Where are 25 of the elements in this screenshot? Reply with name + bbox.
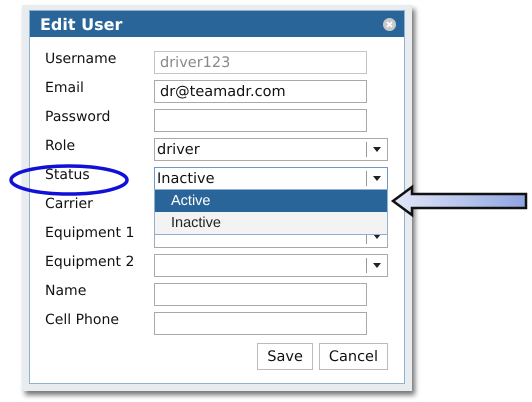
- field-label: Status: [45, 166, 91, 185]
- field-label: Password: [45, 108, 112, 127]
- dialog-button[interactable]: Save: [257, 343, 313, 370]
- dropdown-field[interactable]: driver: [154, 138, 388, 161]
- caret-icon: [373, 176, 381, 181]
- dialog-title: Edit User: [40, 14, 122, 34]
- dialog-button[interactable]: Cancel: [318, 343, 388, 370]
- field-label: Cell Phone: [45, 311, 120, 330]
- text-field[interactable]: [154, 312, 367, 335]
- close-icon[interactable]: [383, 18, 396, 30]
- field-label: Name: [45, 282, 88, 301]
- field-label: Username: [45, 50, 118, 69]
- dropdown-option[interactable]: Active: [155, 190, 387, 212]
- text-field[interactable]: dr@teamadr.com: [154, 80, 367, 103]
- field-label: Carrier: [45, 195, 94, 214]
- field-label: Email: [45, 79, 85, 98]
- field-label: Equipment 2: [45, 253, 136, 272]
- text-field[interactable]: [154, 283, 367, 306]
- dropdown-field[interactable]: Inactive: [154, 167, 388, 190]
- field-label: Role: [45, 137, 76, 156]
- field-label: Equipment 1: [45, 224, 136, 243]
- text-field[interactable]: [154, 109, 367, 132]
- caret-icon: [373, 147, 381, 152]
- caret-icon: [373, 263, 381, 268]
- dropdown-field[interactable]: [154, 254, 388, 277]
